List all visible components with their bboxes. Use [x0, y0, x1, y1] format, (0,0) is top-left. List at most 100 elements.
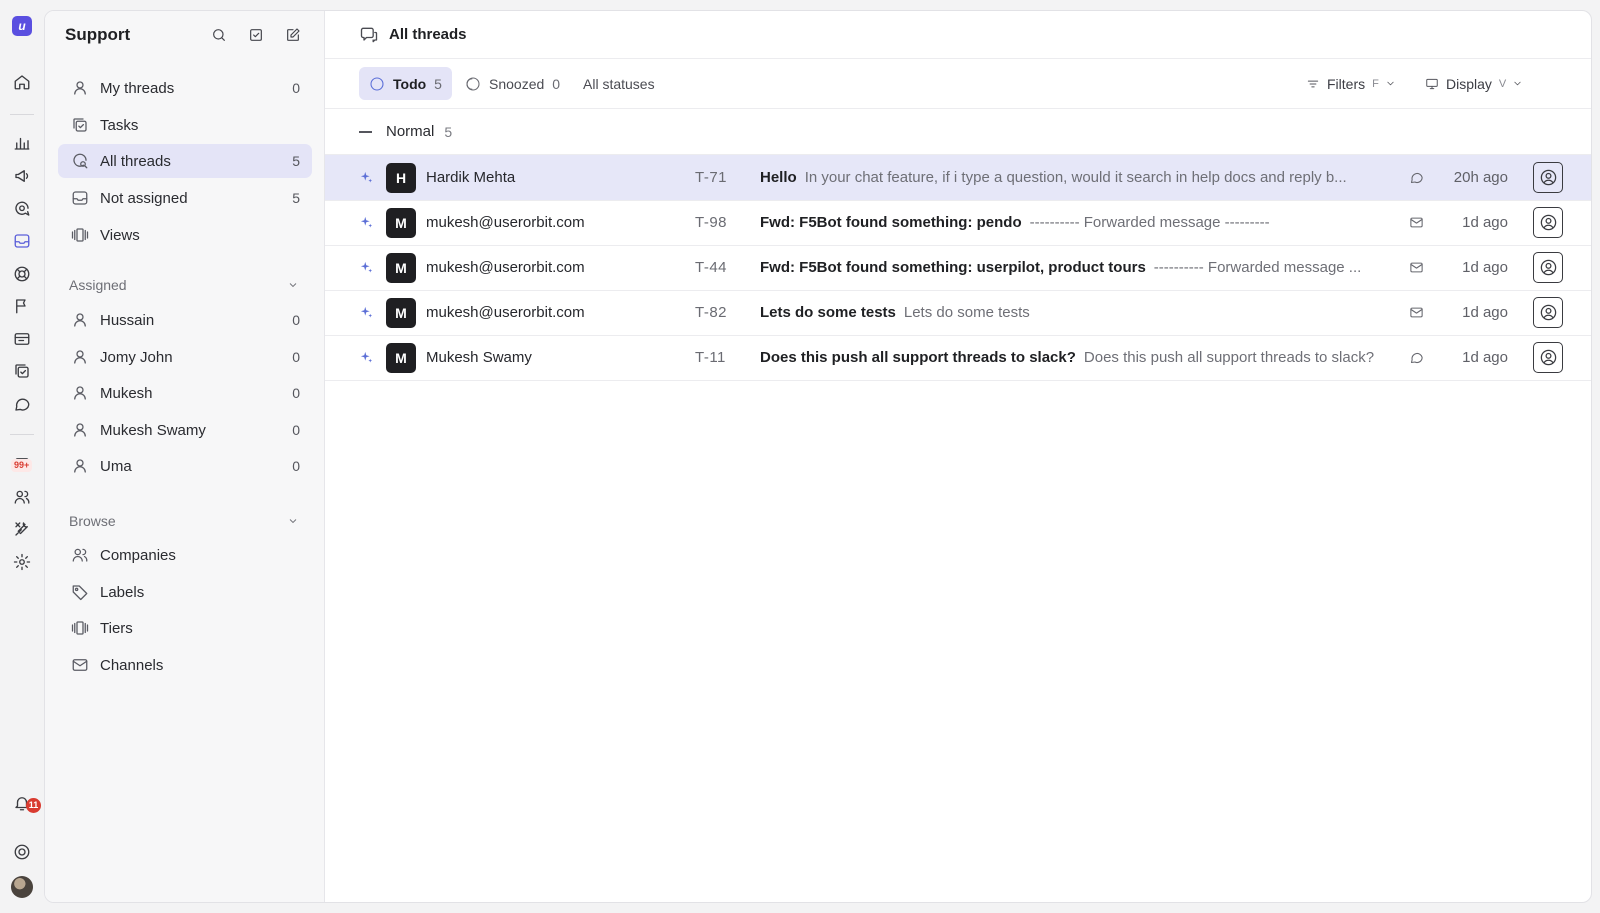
- help-center-icon[interactable]: [10, 262, 34, 286]
- thread-preview: Lets do some tests: [903, 304, 1030, 321]
- sidebar-item-mukesh[interactable]: Mukesh 0: [58, 376, 312, 410]
- sidebar-item-count: 0: [292, 458, 300, 474]
- assign-button[interactable]: [1533, 342, 1563, 373]
- ai-sparkle-icon[interactable]: [359, 335, 375, 380]
- circle-status-icon: [369, 76, 385, 92]
- mail-icon: [1408, 200, 1424, 245]
- assign-button[interactable]: [1533, 162, 1563, 193]
- table-row[interactable]: M mukesh@userorbit.com T-98 Fwd: F5Bot f…: [325, 200, 1591, 246]
- avatar: M: [386, 298, 416, 328]
- tab-all-statuses[interactable]: All statuses: [573, 67, 665, 100]
- thread-time: 1d ago: [1462, 214, 1508, 231]
- tab-count: 5: [434, 75, 442, 92]
- sidebar-item-companies[interactable]: Companies: [58, 538, 312, 572]
- group-header-normal[interactable]: Normal 5: [325, 109, 1591, 155]
- tab-todo[interactable]: Todo 5: [359, 67, 452, 100]
- group-label: Normal: [386, 123, 435, 140]
- ai-sparkle-icon[interactable]: [359, 290, 375, 335]
- assign-button[interactable]: [1533, 207, 1563, 238]
- chevron-down-icon: [289, 283, 297, 288]
- thread-subject: Hello: [760, 169, 797, 186]
- flag-icon[interactable]: [10, 294, 34, 318]
- support-inbox-icon[interactable]: [10, 229, 34, 253]
- sidebar-item-tasks[interactable]: Tasks: [58, 108, 312, 142]
- sidebar-item-tiers[interactable]: Tiers: [58, 611, 312, 645]
- sidebar-item-label: My threads: [100, 79, 175, 97]
- sidebar-header: Support: [65, 23, 304, 47]
- sidebar-item-jomy-john[interactable]: Jomy John 0: [58, 340, 312, 374]
- help-lifebuoy-icon[interactable]: [10, 840, 34, 864]
- table-row[interactable]: M mukesh@userorbit.com T-44 Fwd: F5Bot f…: [325, 245, 1591, 291]
- tab-count: 0: [552, 75, 561, 92]
- sidebar-item-mukesh-swamy[interactable]: Mukesh Swamy 0: [58, 413, 312, 447]
- settings-gear-icon[interactable]: [10, 550, 34, 574]
- tab-snoozed[interactable]: Snoozed 0: [455, 67, 570, 100]
- app-logo[interactable]: u: [12, 16, 32, 36]
- sidebar-item-hussain[interactable]: Hussain 0: [58, 303, 312, 337]
- inbox-count-badge: 99+: [11, 459, 33, 472]
- app-panel: Support My threads 0 Tasks All threads 5…: [44, 10, 1592, 903]
- filter-lines-icon: [1307, 80, 1319, 87]
- ai-sparkle-icon[interactable]: [359, 155, 375, 200]
- thread-id: T-71: [695, 169, 728, 186]
- sidebar-item-uma[interactable]: Uma 0: [58, 449, 312, 483]
- browse-section-header[interactable]: Browse: [69, 511, 299, 531]
- tasks-icon[interactable]: [10, 359, 34, 383]
- thread-time: 20h ago: [1453, 169, 1508, 186]
- search-chat-icon[interactable]: [10, 197, 34, 221]
- section-label: Assigned: [69, 277, 127, 293]
- app-rail: u 99+ 11: [0, 0, 44, 913]
- avatar: M: [386, 208, 416, 238]
- user-icon: [70, 456, 90, 476]
- companies-users-icon: [70, 545, 90, 565]
- assign-button[interactable]: [1533, 252, 1563, 283]
- notifications-badge: 11: [26, 798, 41, 813]
- mail-icon: [1408, 245, 1424, 290]
- sidebar-item-label: Tiers: [100, 619, 133, 637]
- assigned-section-header[interactable]: Assigned: [69, 275, 299, 295]
- requester-name: mukesh@userorbit.com: [426, 214, 585, 231]
- search-icon[interactable]: [208, 24, 230, 46]
- sidebar-item-my-threads[interactable]: My threads 0: [58, 71, 312, 105]
- assign-button[interactable]: [1533, 297, 1563, 328]
- tasks-icon: [70, 115, 90, 135]
- thread-preview: ---------- Forwarded message ...: [1153, 259, 1362, 276]
- filters-button[interactable]: Filters F: [1306, 67, 1396, 100]
- group-count: 5: [444, 123, 453, 140]
- user-avatar[interactable]: [11, 876, 33, 898]
- section-label: Browse: [69, 513, 116, 529]
- users-icon[interactable]: [10, 485, 34, 509]
- user-icon: [70, 420, 90, 440]
- tab-label: All statuses: [583, 75, 655, 92]
- ai-sparkle-icon[interactable]: [359, 200, 375, 245]
- analytics-icon[interactable]: [10, 131, 34, 155]
- avatar: M: [386, 343, 416, 373]
- sidebar-item-views[interactable]: Views: [58, 218, 312, 252]
- new-task-icon[interactable]: [245, 24, 267, 46]
- thread-summary: Lets do some tests Lets do some tests: [760, 290, 1385, 335]
- sidebar-item-all-threads[interactable]: All threads 5: [58, 144, 312, 178]
- user-icon: [70, 347, 90, 367]
- thread-time: 1d ago: [1462, 304, 1508, 321]
- announcement-icon[interactable]: [10, 164, 34, 188]
- page-header: All threads: [325, 11, 1591, 59]
- tools-icon[interactable]: [10, 517, 34, 541]
- table-row[interactable]: M Mukesh Swamy T-11 Does this push all s…: [325, 335, 1591, 381]
- avatar: H: [386, 163, 416, 193]
- sidebar-item-not-assigned[interactable]: Not assigned 5: [58, 181, 312, 215]
- sidebar-item-channels[interactable]: Channels: [58, 648, 312, 682]
- threads-chat-icon: [359, 25, 379, 45]
- home-icon[interactable]: [10, 70, 34, 94]
- ai-sparkle-icon[interactable]: [359, 245, 375, 290]
- chevron-down-icon: [1514, 81, 1521, 86]
- user-circle-icon: [1540, 259, 1556, 276]
- sidebar-item-labels[interactable]: Labels: [58, 575, 312, 609]
- display-button[interactable]: Display V: [1425, 67, 1523, 100]
- chevron-down-icon: [289, 519, 297, 524]
- table-row[interactable]: H Hardik Mehta T-71 Hello In your chat f…: [325, 155, 1591, 201]
- compose-icon[interactable]: [282, 24, 304, 46]
- chat-icon[interactable]: [10, 392, 34, 416]
- roadmap-icon[interactable]: [10, 327, 34, 351]
- table-row[interactable]: M mukesh@userorbit.com T-82 Lets do some…: [325, 290, 1591, 336]
- user-circle-icon: [1540, 304, 1556, 321]
